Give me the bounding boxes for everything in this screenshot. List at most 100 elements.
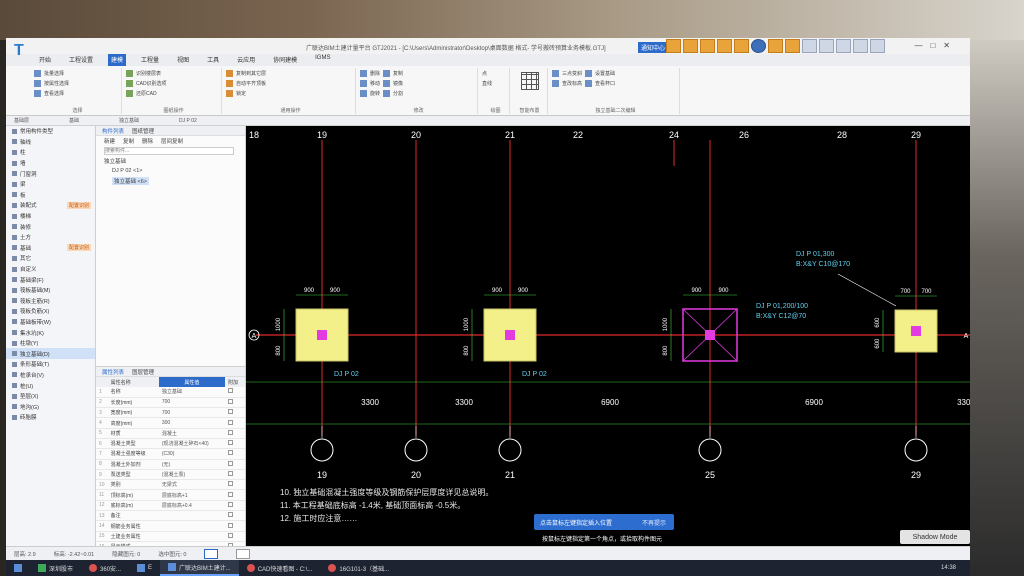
smart-layout-button[interactable]: [512, 68, 547, 95]
quick-tool-icon[interactable]: [717, 39, 732, 53]
property-row[interactable]: 4 高度(mm) 300: [96, 417, 245, 429]
three-point-slope-button[interactable]: 三点变斜: [562, 70, 582, 77]
ribbon-item[interactable]: 识别楼层表: [126, 68, 221, 78]
property-value[interactable]: 700: [158, 407, 225, 419]
notification-center-button[interactable]: 通知中心: [638, 42, 669, 53]
layer-copy-button[interactable]: 层间复制: [161, 137, 183, 145]
drawing-canvas[interactable]: 18 19 20 21 22 24 26 28 29 A A 3300 3300 6900 6900 3300…: [246, 126, 970, 564]
ribbon-item[interactable]: 按属性选择: [34, 78, 121, 88]
taskbar-item[interactable]: 深圳股市: [30, 560, 81, 576]
tab-collab[interactable]: 协同建模: [270, 54, 300, 66]
nav-item[interactable]: 筏板负筋(X): [6, 306, 95, 317]
nav-item[interactable]: 其它: [6, 253, 95, 264]
tab-start[interactable]: 开始: [36, 54, 54, 66]
property-value[interactable]: [158, 531, 225, 542]
minimize-button[interactable]: —: [914, 41, 922, 50]
property-value[interactable]: [158, 510, 225, 522]
property-value[interactable]: 混凝土: [158, 428, 225, 439]
copy-button[interactable]: 复制: [393, 70, 403, 77]
property-extra-checkbox[interactable]: [224, 510, 245, 522]
quick-tool-icon[interactable]: [819, 39, 834, 53]
tab-drawing-manage[interactable]: 图纸管理: [132, 127, 154, 135]
quick-tool-icon[interactable]: [836, 39, 851, 53]
nav-item[interactable]: 土方: [6, 232, 95, 243]
tab-cloud[interactable]: 云应用: [234, 54, 258, 66]
tab-modeling[interactable]: 建模: [108, 54, 127, 66]
property-extra-checkbox[interactable]: [224, 479, 245, 491]
nav-item[interactable]: 砖胎膜: [6, 412, 95, 423]
tree-item[interactable]: 独立基础: [96, 156, 245, 166]
draw-point-button[interactable]: 点: [482, 70, 487, 77]
nav-item[interactable]: 楼梯: [6, 211, 95, 222]
property-extra-checkbox[interactable]: [224, 387, 245, 398]
split-button[interactable]: 分割: [393, 90, 403, 97]
property-value[interactable]: 300: [158, 417, 225, 429]
recognize-badge[interactable]: 配置识别: [66, 244, 91, 252]
ribbon-item[interactable]: 锁定: [226, 88, 355, 98]
property-row[interactable]: 7 混凝土强度等级 (C30): [96, 448, 245, 460]
property-row[interactable]: 10 类别 无梁式: [96, 479, 245, 491]
nav-item[interactable]: 柱: [6, 147, 95, 158]
quick-tool-icon[interactable]: [785, 39, 800, 53]
nav-item[interactable]: 筏板基础(M): [6, 285, 95, 296]
property-extra-checkbox[interactable]: [224, 438, 245, 450]
tab-project-settings[interactable]: 工程设置: [66, 54, 96, 66]
quick-tool-icon[interactable]: [853, 39, 868, 53]
quick-tool-icon[interactable]: [700, 39, 715, 53]
tab-properties[interactable]: 属性列表: [102, 368, 124, 376]
tree-item[interactable]: DJ P 02 <1>: [96, 166, 245, 176]
nav-item[interactable]: 基础梁(F): [6, 274, 95, 285]
property-row[interactable]: 11 顶标高(m) 层底标高+1: [96, 489, 245, 501]
property-extra-checkbox[interactable]: [224, 500, 245, 512]
nav-item[interactable]: 自定义: [6, 264, 95, 275]
nav-item[interactable]: 柱墩(Y): [6, 338, 95, 349]
type-dropdown[interactable]: 独立基础: [119, 117, 139, 124]
property-value[interactable]: (混凝土泵): [158, 469, 225, 481]
nav-item[interactable]: 基础板带(W): [6, 317, 95, 328]
ribbon-item[interactable]: 直线: [482, 78, 509, 88]
nav-item[interactable]: 桩承台(V): [6, 370, 95, 381]
component-dropdown[interactable]: DJ P 02: [179, 118, 197, 124]
property-extra-checkbox[interactable]: [224, 448, 245, 460]
nav-item[interactable]: 地沟(G): [6, 401, 95, 412]
quick-tool-icon[interactable]: [683, 39, 698, 53]
quick-tool-icon[interactable]: [768, 39, 783, 53]
view-orbit-icon[interactable]: [751, 39, 766, 53]
copy-button[interactable]: 复制: [123, 137, 134, 145]
property-row[interactable]: 1 名称 独立基础: [96, 387, 245, 398]
property-value[interactable]: (C30): [158, 448, 225, 460]
close-button[interactable]: ✕: [943, 41, 950, 50]
view-socket-button[interactable]: 查看杯口: [595, 80, 615, 87]
move-button[interactable]: 移动: [370, 80, 380, 87]
property-row[interactable]: 3 宽度(mm) 700: [96, 407, 245, 419]
property-value[interactable]: 无梁式: [158, 479, 225, 491]
tree-item[interactable]: 独立基础 <6>: [96, 176, 245, 186]
nav-item[interactable]: 垫层(X): [6, 391, 95, 402]
quick-tool-icon[interactable]: [802, 39, 817, 53]
property-extra-checkbox[interactable]: [224, 469, 245, 481]
ribbon-item[interactable]: CAD识别选项: [126, 78, 221, 88]
nav-item[interactable]: 门窗洞: [6, 168, 95, 179]
mirror-button[interactable]: 镜像: [393, 80, 403, 87]
property-extra-checkbox[interactable]: [224, 428, 245, 439]
taskbar-item[interactable]: 360安...: [81, 560, 129, 576]
nav-item[interactable]: 基础 配置识别: [6, 243, 95, 254]
snap-toggle[interactable]: [204, 548, 219, 559]
property-extra-checkbox[interactable]: [224, 531, 245, 542]
property-extra-checkbox[interactable]: [224, 397, 245, 409]
property-value[interactable]: [158, 520, 225, 532]
ribbon-item[interactable]: 点: [482, 68, 509, 78]
tab-tools[interactable]: 工具: [204, 54, 222, 66]
nav-item[interactable]: 轴线: [6, 137, 95, 148]
taskbar-item-pdf[interactable]: 16G101-3（基础...: [320, 560, 397, 576]
taskbar-item[interactable]: E: [129, 560, 160, 576]
tab-igms[interactable]: IGMS: [312, 54, 333, 66]
check-elevation-button[interactable]: 查改标高: [562, 80, 582, 87]
nav-item[interactable]: 条形基础(T): [6, 359, 95, 370]
property-value[interactable]: (现浇混凝土碎石<40): [158, 438, 225, 450]
property-extra-checkbox[interactable]: [224, 489, 245, 501]
property-row[interactable]: 9 泵送类型 (混凝土泵): [96, 469, 245, 481]
quick-tool-icon[interactable]: [870, 39, 885, 53]
category-dropdown[interactable]: 基础: [69, 117, 79, 124]
delete-button[interactable]: 删除: [142, 137, 153, 145]
